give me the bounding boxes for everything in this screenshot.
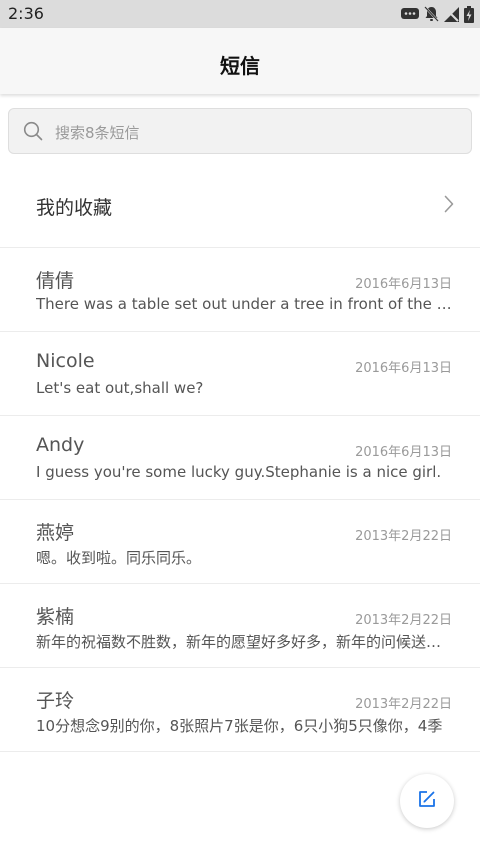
bell-off-icon — [424, 6, 439, 22]
search-input[interactable]: 搜索8条短信 — [8, 108, 472, 154]
message-preview: There was a table set out under a tree i… — [36, 295, 454, 313]
no-signal-icon — [444, 6, 459, 22]
message-preview: 嗯。收到啦。同乐同乐。 — [36, 549, 202, 567]
message-date: 2013年2月22日 — [355, 613, 452, 628]
message-date: 2013年2月22日 — [355, 529, 452, 544]
message-date: 2016年6月13日 — [355, 277, 452, 292]
message-preview: 新年的祝福数不胜数，新年的愿望好多好多，新年的问候送给你 — [36, 633, 454, 651]
message-date: 2013年2月22日 — [355, 697, 452, 712]
message-preview: Let's eat out,shall we? — [36, 379, 204, 397]
conversation-item[interactable]: Andy 2016年6月13日 I guess you're some luck… — [0, 416, 480, 500]
message-preview: 10分想念9别的你，8张照片7张是你，6只小狗5只像你，4季 — [36, 717, 443, 735]
conversation-item[interactable]: 子玲 2013年2月22日 10分想念9别的你，8张照片7张是你，6只小狗5只像… — [0, 668, 480, 752]
contact-name: Nicole — [36, 350, 95, 372]
favorites-label: 我的收藏 — [36, 197, 113, 219]
message-icon — [401, 7, 419, 21]
status-time: 2:36 — [8, 4, 44, 23]
contact-name: 紫楠 — [36, 606, 75, 628]
conversation-list: 倩倩 2016年6月13日 There was a table set out … — [0, 248, 480, 752]
search-icon — [23, 121, 43, 145]
favorites-row[interactable]: 我的收藏 — [0, 164, 480, 248]
contact-name: Andy — [36, 434, 85, 456]
chevron-right-icon — [444, 195, 454, 217]
message-preview: I guess you're some lucky guy.Stephanie … — [36, 463, 442, 481]
status-bar: 2:36 — [0, 0, 480, 28]
search-placeholder: 搜索8条短信 — [55, 124, 140, 142]
message-date: 2016年6月13日 — [355, 361, 452, 376]
battery-charging-icon — [464, 5, 474, 23]
app-bar: 短信 — [0, 28, 480, 94]
compose-icon — [417, 789, 437, 813]
conversation-item[interactable]: 倩倩 2016年6月13日 There was a table set out … — [0, 248, 480, 332]
conversation-item[interactable]: 燕婷 2013年2月22日 嗯。收到啦。同乐同乐。 — [0, 500, 480, 584]
contact-name: 倩倩 — [36, 270, 75, 292]
contact-name: 子玲 — [36, 690, 75, 712]
contact-name: 燕婷 — [36, 522, 75, 544]
message-date: 2016年6月13日 — [355, 445, 452, 460]
compose-button[interactable] — [400, 774, 454, 828]
conversation-item[interactable]: Nicole 2016年6月13日 Let's eat out,shall we… — [0, 332, 480, 416]
page-title: 短信 — [220, 54, 260, 78]
conversation-item[interactable]: 紫楠 2013年2月22日 新年的祝福数不胜数，新年的愿望好多好多，新年的问候送… — [0, 584, 480, 668]
status-icons — [401, 5, 474, 23]
